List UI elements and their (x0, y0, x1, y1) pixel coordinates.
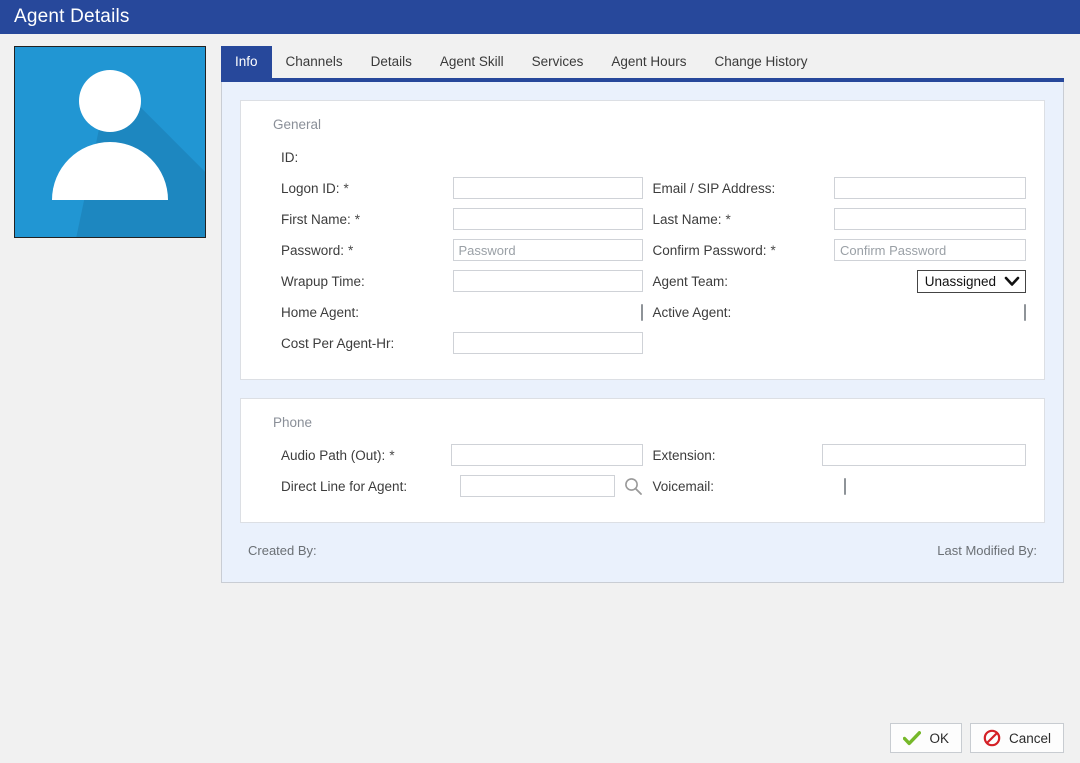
confirm-password-input[interactable] (834, 239, 1026, 261)
ok-button[interactable]: OK (890, 723, 962, 753)
general-left-column: ID: Logon ID: * First Name: * Password: … (259, 142, 643, 359)
cancel-button-label: Cancel (1008, 730, 1051, 746)
password-label: Password: * (281, 242, 354, 258)
cost-per-agent-hr-label: Cost Per Agent-Hr: (281, 335, 395, 351)
extension-input[interactable] (822, 444, 1026, 466)
general-section-title: General (273, 117, 322, 132)
agent-team-select[interactable]: Unassigned (916, 269, 1026, 293)
first-name-input[interactable] (452, 208, 643, 230)
field-row-voicemail: Voicemail: (653, 471, 1027, 501)
field-row-extension: Extension: (652, 440, 1026, 470)
required-marker: * (770, 242, 776, 258)
email-sip-label: Email / SIP Address: (652, 180, 776, 196)
field-row-direct-line: Direct Line for Agent: (281, 471, 643, 501)
search-icon[interactable] (623, 476, 643, 496)
phone-section: Phone Audio Path (Out): * Direct Line for… (240, 398, 1045, 523)
direct-line-field-group (459, 475, 643, 497)
phone-section-title: Phone (273, 415, 313, 430)
page-title: Agent Details (14, 6, 130, 27)
field-row-home-agent: Home Agent: (281, 297, 643, 327)
field-row-password: Password: * (281, 235, 643, 265)
phone-right-column: Extension: Voicemail: (643, 440, 1027, 502)
field-row-active-agent: Active Agent: (652, 297, 1026, 327)
audio-path-input[interactable] (451, 444, 643, 466)
logon-id-label: Logon ID: * (281, 180, 349, 196)
audio-path-label: Audio Path (Out): * (281, 447, 395, 463)
required-marker: * (725, 211, 731, 227)
cost-per-agent-hr-input[interactable] (452, 332, 643, 354)
field-row-id: ID: (281, 142, 643, 172)
agent-team-label: Agent Team: (652, 273, 729, 289)
confirm-password-label: Confirm Password: * (652, 242, 776, 258)
cancel-button[interactable]: Cancel (969, 723, 1064, 753)
agent-details-panel: Info Channels Details Agent Skill Servic… (221, 46, 1064, 583)
active-agent-checkbox-wrap (1024, 303, 1026, 321)
agent-team-selected-value: Unassigned (924, 273, 996, 289)
workspace: Info Channels Details Agent Skill Servic… (0, 34, 1080, 583)
voicemail-checkbox[interactable] (844, 477, 846, 495)
tab-info[interactable]: Info (221, 46, 272, 78)
field-row-audio-path: Audio Path (Out): * (281, 440, 643, 470)
email-sip-input[interactable] (834, 177, 1026, 199)
tab-channels[interactable]: Channels (272, 46, 357, 78)
last-name-input[interactable] (834, 208, 1026, 230)
avatar-head-icon (79, 70, 141, 132)
field-row-email-sip: Email / SIP Address: (652, 173, 1026, 203)
ok-button-label: OK (929, 730, 949, 746)
required-marker: * (389, 447, 395, 463)
voicemail-label: Voicemail: (652, 478, 715, 494)
chevron-down-icon (1004, 276, 1020, 287)
last-name-label: Last Name: * (652, 211, 731, 227)
dialog-actions: OK Cancel (890, 723, 1064, 753)
direct-line-input[interactable] (459, 475, 615, 497)
red-prohibited-icon (983, 729, 1001, 747)
id-label: ID: (281, 149, 299, 165)
created-by-label: Created By: (248, 543, 317, 558)
window-title-bar: Agent Details (0, 0, 1080, 34)
active-agent-label: Active Agent: (652, 304, 732, 320)
password-input[interactable] (452, 239, 643, 261)
tab-panel-info: General ID: Logon ID: * First Name: * Pa… (221, 82, 1064, 583)
first-name-label: First Name: * (281, 211, 361, 227)
tab-services[interactable]: Services (518, 46, 598, 78)
field-row-confirm-password: Confirm Password: * (652, 235, 1026, 265)
voicemail-checkbox-wrap (844, 477, 846, 495)
required-marker: * (348, 242, 354, 258)
tab-agent-hours[interactable]: Agent Hours (597, 46, 700, 78)
field-row-logon-id: Logon ID: * (281, 173, 643, 203)
field-row-first-name: First Name: * (281, 204, 643, 234)
agent-avatar[interactable] (14, 46, 206, 238)
extension-label: Extension: (652, 447, 716, 463)
tab-details[interactable]: Details (357, 46, 426, 78)
required-marker: * (343, 180, 349, 196)
active-agent-checkbox[interactable] (1024, 303, 1026, 321)
wrapup-time-input[interactable] (452, 270, 643, 292)
general-right-column: Email / SIP Address: Last Name:* Confir (643, 142, 1026, 359)
field-row-agent-team: Agent Team: Unassigned (652, 266, 1026, 296)
field-row-cost-per-agent-hr: Cost Per Agent-Hr: (281, 328, 643, 358)
tab-agent-skill[interactable]: Agent Skill (426, 46, 518, 78)
general-section: General ID: Logon ID: * First Name: * Pa… (240, 100, 1045, 380)
green-check-icon (903, 730, 922, 746)
panel-audit-footer: Created By: Last Modified By: (240, 541, 1045, 564)
home-agent-label: Home Agent: (281, 304, 360, 320)
tab-strip: Info Channels Details Agent Skill Servic… (221, 46, 1064, 82)
field-row-wrapup-time: Wrapup Time: (281, 266, 643, 296)
direct-line-label: Direct Line for Agent: (281, 478, 408, 494)
wrapup-time-label: Wrapup Time: (281, 273, 365, 289)
tab-change-history[interactable]: Change History (700, 46, 821, 78)
field-row-last-name: Last Name: * (652, 204, 1026, 234)
last-modified-by-label: Last Modified By: (937, 543, 1037, 558)
phone-left-column: Audio Path (Out): * Direct Line for Agent… (259, 440, 643, 502)
logon-id-input[interactable] (452, 177, 643, 199)
required-marker: * (354, 211, 361, 227)
